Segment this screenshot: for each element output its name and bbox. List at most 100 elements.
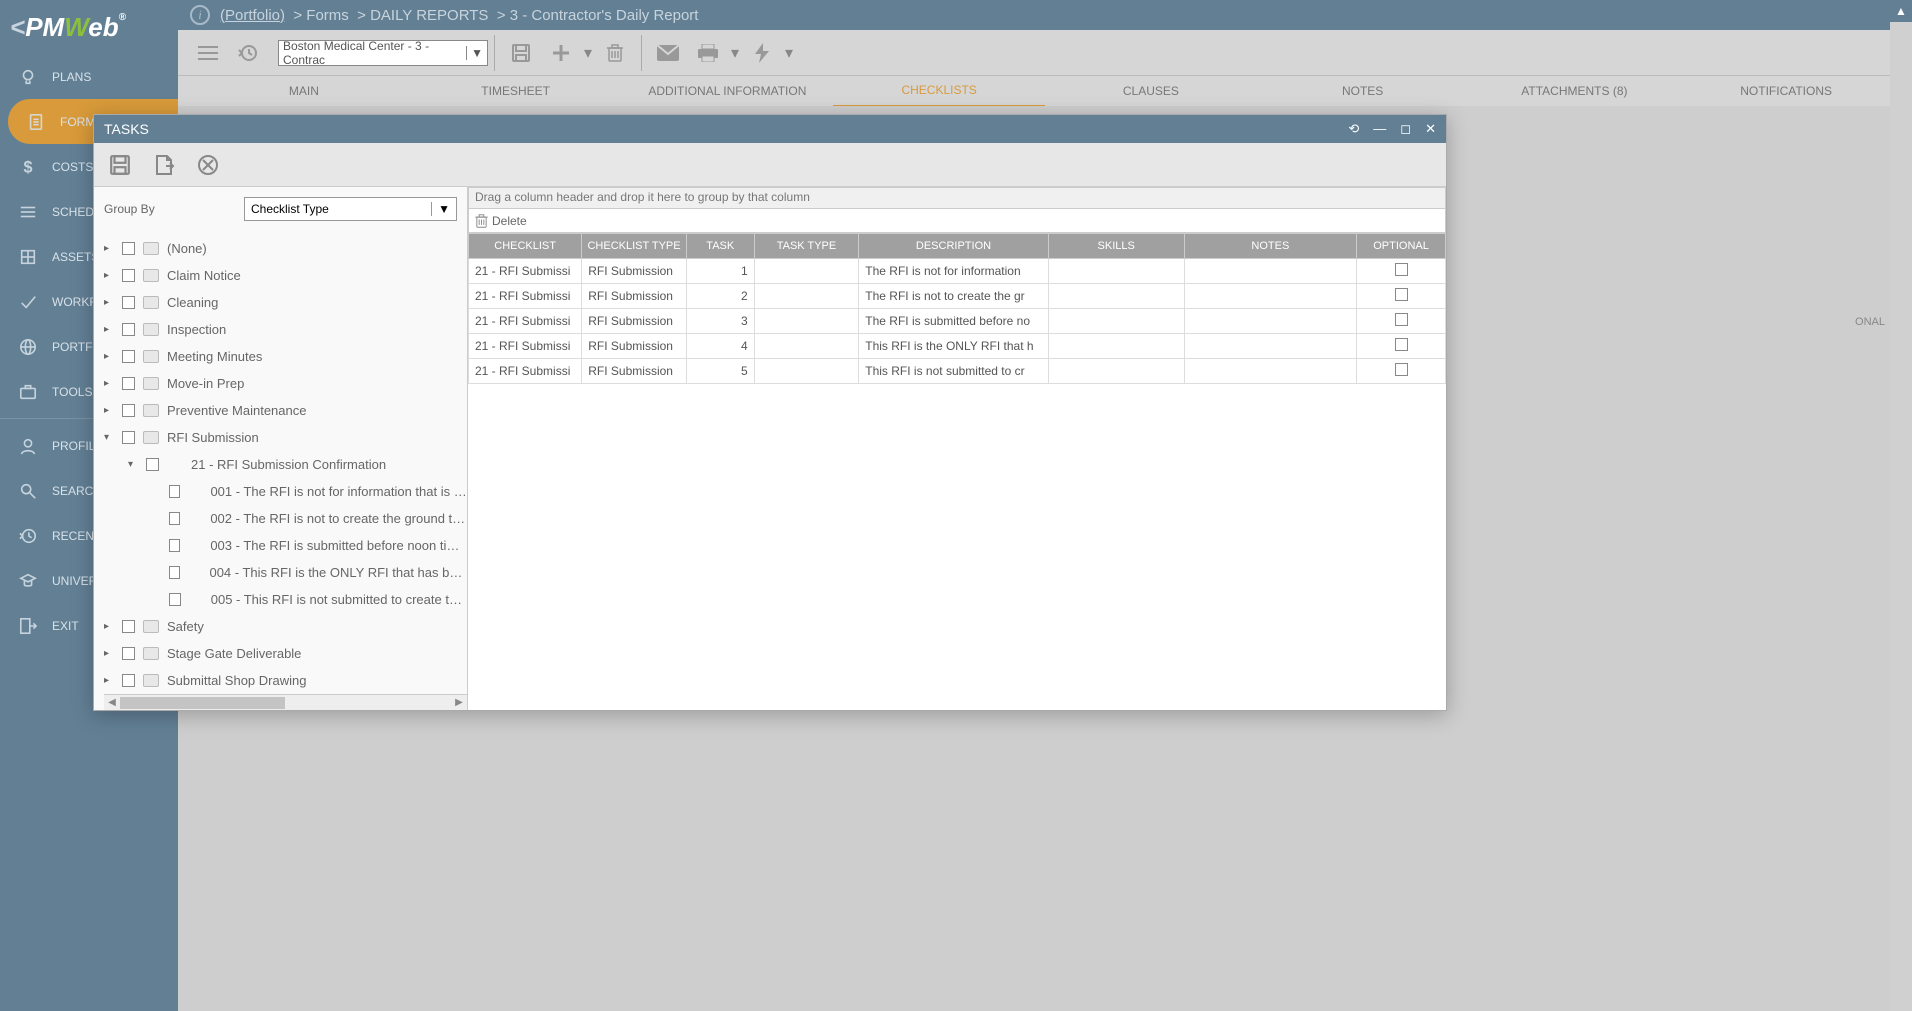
tree-node[interactable]: 005 - This RFI is not submitted to creat… — [104, 586, 467, 613]
tab-notes[interactable]: NOTES — [1257, 76, 1469, 106]
cell-notes[interactable] — [1184, 284, 1356, 309]
cell-notes[interactable] — [1184, 309, 1356, 334]
print-icon[interactable] — [688, 38, 728, 68]
tab-main[interactable]: MAIN — [198, 76, 410, 106]
tree-node[interactable]: ▸Stage Gate Deliverable — [104, 640, 467, 667]
breadcrumb-portfolio[interactable]: (Portfolio) — [220, 7, 285, 24]
tree-node[interactable]: 002 - The RFI is not to create the groun… — [104, 505, 467, 532]
cell-desc[interactable]: This RFI is not submitted to cr — [859, 359, 1048, 384]
list-icon[interactable] — [188, 38, 228, 68]
cell-tasktype[interactable] — [754, 359, 859, 384]
chevron-icon[interactable]: ▾ — [104, 432, 114, 443]
chevron-icon[interactable]: ▾ — [128, 459, 138, 470]
mail-icon[interactable] — [648, 38, 688, 68]
tree-node[interactable]: ▾RFI Submission — [104, 424, 467, 451]
chevron-icon[interactable]: ▸ — [104, 378, 114, 389]
column-header[interactable]: DESCRIPTION — [859, 234, 1048, 259]
tree-node[interactable]: 004 - This RFI is the ONLY RFI that has … — [104, 559, 467, 586]
cell-desc[interactable]: The RFI is not for information — [859, 259, 1048, 284]
cell-type[interactable]: RFI Submission — [582, 259, 687, 284]
checkbox[interactable] — [169, 512, 181, 525]
cell-notes[interactable] — [1184, 359, 1356, 384]
tree-node[interactable]: ▸(None) — [104, 235, 467, 262]
tree-node[interactable]: ▸Inspection — [104, 316, 467, 343]
table-row[interactable]: 21 - RFI SubmissiRFI Submission2The RFI … — [469, 284, 1446, 309]
checkbox[interactable] — [122, 242, 135, 255]
cell-tasktype[interactable] — [754, 309, 859, 334]
tasks-grid[interactable]: CHECKLISTCHECKLIST TYPETASKTASK TYPEDESC… — [468, 233, 1446, 384]
delete-icon[interactable] — [595, 38, 635, 68]
tree-node[interactable]: 003 - The RFI is submitted before noon t… — [104, 532, 467, 559]
scroll-up-icon[interactable]: ▲ — [1890, 0, 1912, 22]
chevron-icon[interactable]: ▸ — [104, 621, 114, 632]
column-header[interactable]: CHECKLIST — [469, 234, 582, 259]
column-header[interactable]: CHECKLIST TYPE — [582, 234, 687, 259]
chevron-icon[interactable]: ▸ — [104, 405, 114, 416]
tab-timesheet[interactable]: TIMESHEET — [410, 76, 622, 106]
cell-checklist[interactable]: 21 - RFI Submissi — [469, 359, 582, 384]
cell-type[interactable]: RFI Submission — [582, 309, 687, 334]
tree-node[interactable]: ▾21 - RFI Submission Confirmation — [104, 451, 467, 478]
bolt-dropdown-icon[interactable]: ▾ — [782, 38, 796, 68]
cell-type[interactable]: RFI Submission — [582, 359, 687, 384]
checkbox[interactable] — [169, 539, 181, 552]
tree-node[interactable]: 001 - The RFI is not for information tha… — [104, 478, 467, 505]
cell-skills[interactable] — [1048, 359, 1184, 384]
table-row[interactable]: 21 - RFI SubmissiRFI Submission5 This RFI… — [469, 359, 1446, 384]
chevron-down-icon[interactable]: ▼ — [466, 46, 483, 60]
checkbox[interactable] — [122, 296, 135, 309]
tree-node[interactable]: ▸Safety — [104, 613, 467, 640]
grouping-drop-area[interactable]: Drag a column header and drop it here to… — [468, 187, 1446, 209]
tree-node[interactable]: ▸Submittal Shop Drawing — [104, 667, 467, 694]
cell-tasktype[interactable] — [754, 334, 859, 359]
cell-checklist[interactable]: 21 - RFI Submissi — [469, 259, 582, 284]
cell-tasktype[interactable] — [754, 284, 859, 309]
checkbox[interactable] — [146, 458, 159, 471]
minimize-icon[interactable]: — — [1373, 121, 1386, 137]
tree-node[interactable]: ▸Move-in Prep — [104, 370, 467, 397]
scroll-right-icon[interactable]: ▶ — [451, 697, 467, 708]
cell-task[interactable]: 5 — [686, 359, 754, 384]
tree-node[interactable]: ▸Preventive Maintenance — [104, 397, 467, 424]
cell-skills[interactable] — [1048, 334, 1184, 359]
chevron-icon[interactable]: ▸ — [104, 324, 114, 335]
chevron-down-icon[interactable]: ▼ — [431, 202, 450, 216]
checkbox[interactable] — [1395, 288, 1408, 301]
bolt-icon[interactable] — [742, 38, 782, 68]
maximize-icon[interactable]: ◻ — [1400, 121, 1411, 137]
checkbox[interactable] — [122, 647, 135, 660]
tab-clauses[interactable]: CLAUSES — [1045, 76, 1257, 106]
add-icon[interactable] — [541, 38, 581, 68]
tree-node[interactable]: ▸Meeting Minutes — [104, 343, 467, 370]
cell-skills[interactable] — [1048, 309, 1184, 334]
cell-tasktype[interactable] — [754, 259, 859, 284]
cell-optional[interactable] — [1357, 284, 1446, 309]
info-icon[interactable]: i — [190, 5, 210, 25]
chevron-icon[interactable]: ▸ — [104, 270, 114, 281]
cell-checklist[interactable]: 21 - RFI Submissi — [469, 309, 582, 334]
column-header[interactable]: NOTES — [1184, 234, 1356, 259]
cell-skills[interactable] — [1048, 259, 1184, 284]
scrollbar[interactable]: ▲ — [1890, 0, 1912, 1011]
save-icon[interactable] — [108, 153, 132, 177]
checkbox[interactable] — [122, 350, 135, 363]
tree-horizontal-scrollbar[interactable]: ◀ ▶ — [104, 694, 467, 710]
cell-type[interactable]: RFI Submission — [582, 284, 687, 309]
tab-additional-information[interactable]: ADDITIONAL INFORMATION — [622, 76, 834, 106]
cell-notes[interactable] — [1184, 334, 1356, 359]
chevron-icon[interactable]: ▸ — [104, 351, 114, 362]
cell-desc[interactable]: This RFI is the ONLY RFI that h — [859, 334, 1048, 359]
checkbox[interactable] — [122, 404, 135, 417]
column-header[interactable]: OPTIONAL — [1357, 234, 1446, 259]
cell-skills[interactable] — [1048, 284, 1184, 309]
cell-notes[interactable] — [1184, 259, 1356, 284]
checkbox[interactable] — [169, 485, 181, 498]
chevron-icon[interactable]: ▸ — [104, 297, 114, 308]
checkbox[interactable] — [122, 377, 135, 390]
checkbox[interactable] — [169, 566, 180, 579]
tree-node[interactable]: ▸Cleaning — [104, 289, 467, 316]
checkbox[interactable] — [1395, 338, 1408, 351]
dialog-titlebar[interactable]: TASKS ⟲ — ◻ ✕ — [94, 115, 1446, 143]
cell-desc[interactable]: The RFI is not to create the gr — [859, 284, 1048, 309]
cell-optional[interactable] — [1357, 309, 1446, 334]
